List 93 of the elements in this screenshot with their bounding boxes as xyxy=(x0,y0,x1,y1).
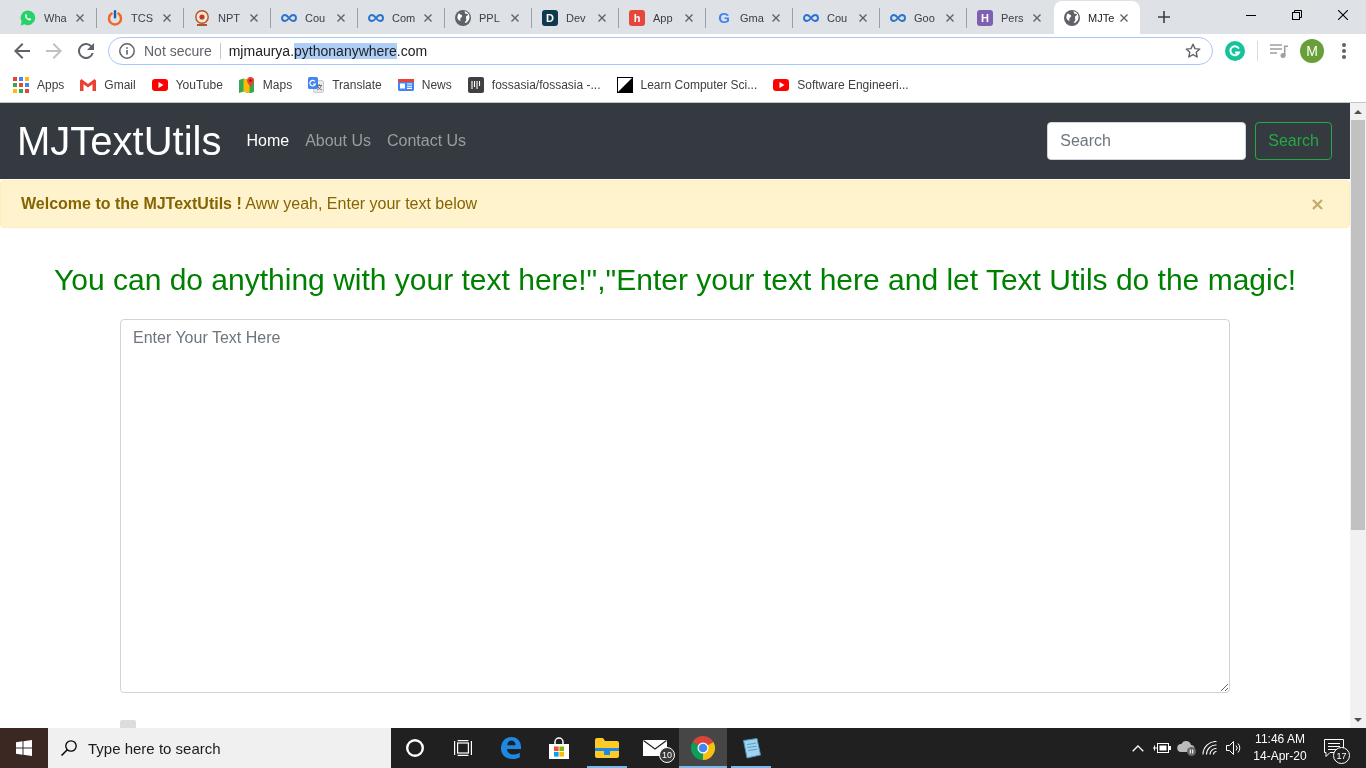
kebab-menu-icon[interactable] xyxy=(1342,43,1346,59)
search-field[interactable]: Search xyxy=(1047,122,1247,160)
address-bar[interactable]: Not secure mjmaurya.pythonanywhere.com xyxy=(108,37,1213,65)
clock-time[interactable]: 11:46 AM xyxy=(1246,731,1314,748)
browser-tab[interactable]: H Pers xyxy=(967,1,1053,34)
windows-logo-icon xyxy=(16,740,32,756)
alert-message: Welcome to the MJTextUtils ! Aww yeah, Enter your text below xyxy=(21,195,478,213)
infinity-icon xyxy=(368,13,384,22)
play-button-icon xyxy=(773,79,790,91)
text-area-field[interactable]: Enter Your Text Here xyxy=(120,319,1230,693)
star-icon[interactable] xyxy=(1185,43,1201,59)
browser-tab[interactable]: PPL xyxy=(445,1,531,34)
browser-tab[interactable]: G Gma xyxy=(706,1,792,34)
nav-link[interactable]: Contact Us xyxy=(378,124,475,158)
unread-count: 10 xyxy=(659,747,675,763)
bookmark-item[interactable]: News xyxy=(389,71,460,99)
browser-tab[interactable]: TCS xyxy=(97,1,183,34)
plus-icon[interactable] xyxy=(1158,11,1170,23)
start-button[interactable] xyxy=(0,728,48,768)
infinity-icon xyxy=(281,13,297,22)
taskbar-search-field[interactable]: Type here to search xyxy=(48,728,391,768)
message-icon[interactable] xyxy=(1324,739,1344,757)
security-label[interactable]: Not secure xyxy=(144,43,212,59)
nav-link[interactable]: About Us xyxy=(297,124,379,158)
scrollbar-thumb[interactable] xyxy=(1351,120,1365,530)
notepad-icon xyxy=(740,737,762,759)
wifi-icon[interactable] xyxy=(1202,741,1218,755)
notification-count: 17 xyxy=(1333,747,1350,764)
play-button-icon xyxy=(151,79,168,91)
chevron-up-icon[interactable] xyxy=(1132,744,1144,752)
letter-tile: h xyxy=(629,9,645,26)
chat-bubble-icon xyxy=(20,9,36,26)
scrollbar[interactable] xyxy=(1350,103,1366,728)
task-view-icon xyxy=(454,740,472,756)
emblem-icon xyxy=(194,9,210,26)
nav-link[interactable]: Home xyxy=(238,124,298,158)
power-icon xyxy=(107,9,123,26)
bookmark-item[interactable]: Software Engineeri... xyxy=(765,71,917,99)
info-icon[interactable] xyxy=(119,43,135,59)
reload-icon[interactable] xyxy=(78,43,94,59)
bars-tile-icon xyxy=(467,77,484,93)
shopping-bag-icon xyxy=(548,737,570,759)
bookmark-item[interactable]: Gmail xyxy=(72,71,144,99)
browser-tab[interactable]: NPT xyxy=(184,1,270,34)
infinity-icon xyxy=(803,13,819,22)
bookmark-item[interactable]: fossasia/fossasia -... xyxy=(459,71,609,99)
search-button[interactable]: Search xyxy=(1255,122,1332,160)
map-icon xyxy=(238,77,255,93)
letter-tile: H xyxy=(977,9,993,26)
letter-logo: G xyxy=(717,9,731,26)
translate-icon xyxy=(308,77,325,93)
letter-tile: D xyxy=(542,9,558,26)
e-logo-icon xyxy=(500,737,522,759)
battery-icon[interactable] xyxy=(1153,742,1171,754)
taskbar-button[interactable] xyxy=(679,728,727,768)
speaker-icon[interactable] xyxy=(1226,741,1242,755)
browser-tab[interactable]: D Dev xyxy=(532,1,618,34)
browser-tab[interactable]: Cou xyxy=(271,1,357,34)
page-heading: You can do anything with your text here!","Enter your text here and let Text Utils do the magic! xyxy=(53,262,1297,298)
browser-tab[interactable]: Wha xyxy=(10,1,96,34)
app-grid-icon xyxy=(13,77,29,93)
bookmark-item[interactable]: Apps xyxy=(5,71,73,99)
search-icon xyxy=(61,740,77,756)
newspaper-icon xyxy=(397,79,414,91)
browser-tab[interactable]: Goo xyxy=(880,1,966,34)
cloud-icon[interactable] xyxy=(1176,740,1196,756)
ring-icon xyxy=(406,739,424,757)
minimize-icon[interactable] xyxy=(1246,14,1256,16)
close-icon[interactable] xyxy=(1120,13,1128,22)
bookmark-item[interactable]: Translate xyxy=(300,71,390,99)
browser-tab[interactable]: Com xyxy=(358,1,444,34)
browser-tab[interactable]: Cou xyxy=(793,1,879,34)
globe-icon xyxy=(455,9,471,26)
infinity-icon xyxy=(890,13,906,22)
clock-date[interactable]: 14-Apr-20 xyxy=(1246,748,1314,765)
browser-tab[interactable]: h App xyxy=(619,1,705,34)
close-icon[interactable] xyxy=(1338,10,1348,20)
folder-icon xyxy=(595,738,619,758)
restore-icon[interactable] xyxy=(1292,10,1302,20)
bookmark-item[interactable]: Maps xyxy=(230,71,301,99)
globe-icon xyxy=(1064,9,1080,26)
bookmark-item[interactable]: Learn Computer Sci... xyxy=(608,71,766,99)
arrow-up-icon[interactable] xyxy=(1354,109,1362,114)
segmented-circle-icon xyxy=(691,736,715,760)
taskbar-button[interactable]: 10 xyxy=(631,728,679,768)
bookmark-item[interactable]: YouTube xyxy=(143,71,231,99)
envelope-icon xyxy=(80,79,97,91)
browser-tab[interactable]: MJTe xyxy=(1054,1,1140,34)
brand-logo[interactable]: MJTextUtils xyxy=(17,117,222,165)
diagonal-split-icon xyxy=(616,77,633,93)
arrow-down-icon[interactable] xyxy=(1354,717,1362,722)
back-arrow-icon[interactable] xyxy=(14,43,30,59)
playlist-icon[interactable] xyxy=(1270,44,1288,58)
